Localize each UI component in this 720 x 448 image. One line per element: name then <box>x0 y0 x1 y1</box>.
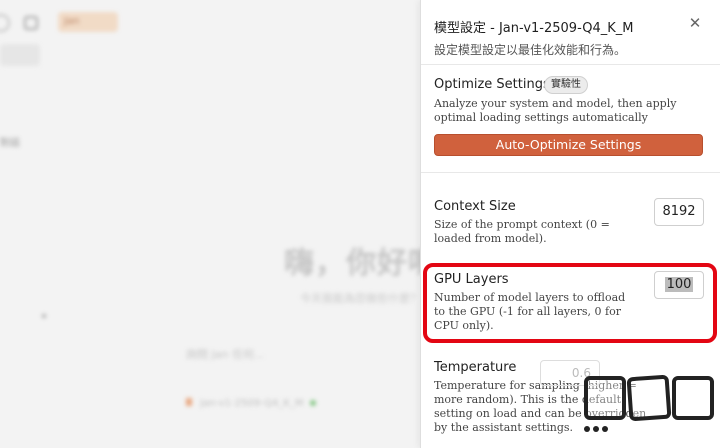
divider <box>421 172 720 173</box>
gpu-layers-value: 100 <box>664 277 694 292</box>
status-dot-icon <box>309 400 316 406</box>
sidebar-text: 對話 <box>0 138 20 149</box>
context-size-description: Size of the prompt context (0 = loaded f… <box>434 218 610 245</box>
optimize-settings-title: Optimize Settings <box>434 77 550 92</box>
model-icon <box>186 398 192 406</box>
panel-subtitle: 設定模型設定以最佳化效能和行為。 <box>434 43 627 57</box>
panel-title: 模型設定 - Jan-v1-2509-Q4_K_M <box>434 21 634 36</box>
sidebar-item[interactable] <box>0 44 40 66</box>
dot-icon <box>42 314 46 318</box>
new-chat-icon[interactable] <box>24 16 38 30</box>
auto-optimize-button[interactable]: Auto-Optimize Settings <box>434 134 703 156</box>
experimental-badge: 實驗性 <box>544 76 588 94</box>
gpu-layers-title: GPU Layers <box>434 272 509 287</box>
gpu-layers-input[interactable]: 100 <box>654 271 704 299</box>
gpu-layers-description: Number of model layers to offload to the… <box>434 291 626 332</box>
model-selector[interactable]: Jan-v1-2509-Q4_K_M <box>186 398 316 409</box>
greeting-subtitle: 今天我能為您做些什麼？ <box>300 292 421 305</box>
context-size-title: Context Size <box>434 199 516 214</box>
model-selector-label: Jan-v1-2509-Q4_K_M <box>200 398 304 409</box>
temperature-title: Temperature <box>434 360 517 375</box>
context-size-input[interactable]: 8192 <box>654 198 704 226</box>
temperature-description: Temperature for sampling (higher = more … <box>434 379 647 434</box>
temperature-input[interactable]: 0.6 <box>540 360 600 386</box>
back-icon[interactable] <box>0 14 10 32</box>
greeting-heading: 嗨，你好嗎 <box>284 246 439 281</box>
background-topbar: Jan <box>0 0 420 40</box>
divider <box>421 64 720 65</box>
model-chip[interactable]: Jan <box>58 12 118 32</box>
close-icon[interactable]: ✕ <box>687 14 703 32</box>
chat-input[interactable]: 詢問 Jan 任何... <box>186 346 264 362</box>
optimize-settings-description: Analyze your system and model, then appl… <box>434 97 677 124</box>
